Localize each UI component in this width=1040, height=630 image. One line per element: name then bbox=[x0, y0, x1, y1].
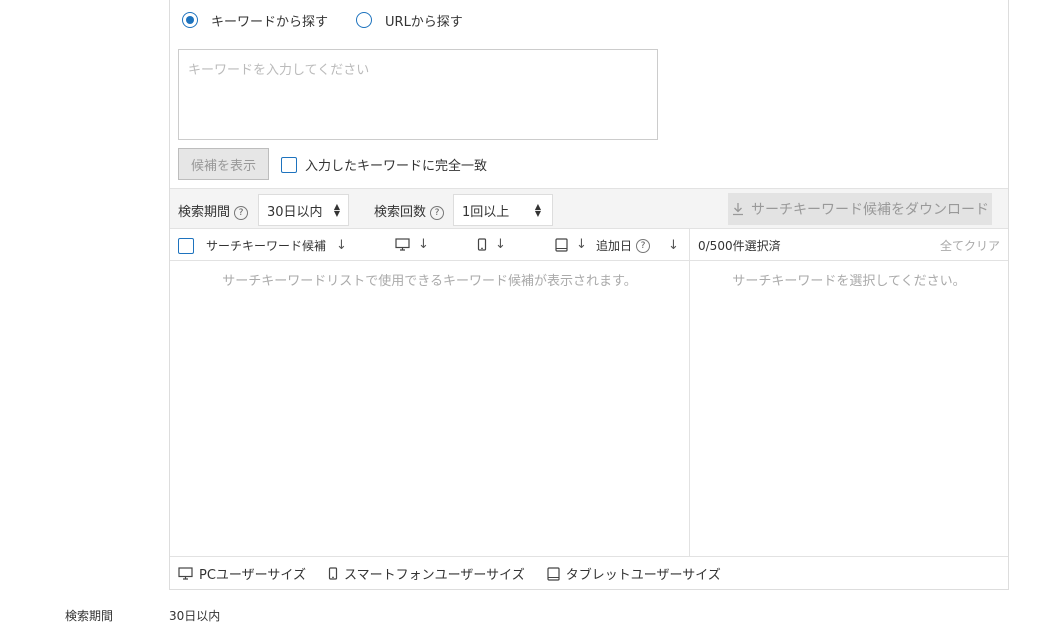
sort-arrow-icon[interactable]: ↓ bbox=[495, 237, 506, 252]
column-added-label[interactable]: 追加日 bbox=[596, 237, 632, 254]
select-all-header: サーチキーワード候補 ↓ bbox=[178, 237, 347, 254]
count-filter-label: 検索回数? bbox=[374, 201, 445, 220]
column-tablet[interactable]: ↓ bbox=[555, 237, 587, 252]
candidates-empty-message: サーチキーワードリストで使用できるキーワード候補が表示されます。 bbox=[222, 274, 637, 289]
search-mode-group: キーワードから探す URLから探す bbox=[182, 11, 463, 30]
smartphone-icon bbox=[477, 238, 487, 251]
show-candidates-button[interactable]: 候補を表示 bbox=[178, 148, 269, 180]
keyword-input[interactable] bbox=[178, 49, 658, 140]
legend-pc-label: PCユーザーサイズ bbox=[199, 568, 307, 583]
desktop-icon bbox=[395, 238, 410, 251]
device-legend: PCユーザーサイズ スマートフォンユーザーサイズ タブレットユーザーサイズ bbox=[170, 556, 1008, 590]
smartphone-icon bbox=[328, 567, 338, 580]
desktop-icon bbox=[178, 567, 193, 580]
period-label-text: 検索期間 bbox=[178, 205, 231, 220]
period-filter-label: 検索期間? bbox=[178, 201, 249, 220]
column-keyword-label[interactable]: サーチキーワード候補 bbox=[206, 237, 326, 254]
selected-count: 0/500件選択済 bbox=[698, 239, 781, 253]
select-arrows-icon: ▲ ▼ bbox=[534, 202, 541, 218]
legend-pc: PCユーザーサイズ bbox=[178, 564, 306, 583]
count-select-value: 1回以上 bbox=[462, 204, 510, 220]
exact-match-option[interactable]: 入力したキーワードに完全一致 bbox=[281, 155, 487, 174]
help-icon[interactable]: ? bbox=[234, 205, 249, 220]
column-pc[interactable]: ↓ bbox=[395, 237, 429, 252]
count-select[interactable]: 1回以上 ▲ ▼ bbox=[453, 194, 553, 226]
exact-match-label[interactable]: 入力したキーワードに完全一致 bbox=[305, 155, 487, 174]
sort-arrow-icon[interactable]: ↓ bbox=[336, 238, 347, 253]
selected-empty-message: サーチキーワードを選択してください。 bbox=[732, 274, 966, 289]
legend-tablet: タブレットユーザーサイズ bbox=[547, 564, 721, 583]
radio-url-label[interactable]: URLから探す bbox=[385, 11, 463, 30]
select-arrows-icon: ▲ ▼ bbox=[333, 202, 340, 218]
table-header: サーチキーワード候補 ↓ ↓ ↓ ↓ 追加日 ? ↓ 0/500件選択済 全てク… bbox=[170, 229, 1008, 261]
radio-selected-dot bbox=[186, 16, 194, 24]
tablet-icon bbox=[547, 566, 560, 581]
legend-smartphone-label: スマートフォンユーザーサイズ bbox=[344, 568, 525, 583]
radio-keyword-label[interactable]: キーワードから探す bbox=[211, 11, 328, 30]
legend-smartphone: スマートフォンユーザーサイズ bbox=[328, 564, 525, 583]
download-label: サーチキーワード候補をダウンロード bbox=[751, 202, 989, 218]
help-icon[interactable]: ? bbox=[430, 205, 445, 220]
exact-match-checkbox[interactable] bbox=[281, 156, 297, 173]
tablet-icon bbox=[555, 237, 568, 252]
column-added-date[interactable]: 追加日 ? ↓ bbox=[596, 237, 679, 254]
legend-tablet-label: タブレットユーザーサイズ bbox=[565, 568, 721, 583]
download-button[interactable]: サーチキーワード候補をダウンロード bbox=[728, 193, 992, 225]
count-label-text: 検索回数 bbox=[374, 205, 427, 220]
summary-period-label: 検索期間 bbox=[65, 609, 114, 623]
period-select-value: 30日以内 bbox=[267, 204, 323, 220]
summary-period-value: 30日以内 bbox=[169, 609, 221, 623]
column-smartphone[interactable]: ↓ bbox=[477, 237, 506, 252]
radio-url[interactable] bbox=[356, 12, 373, 28]
help-icon[interactable]: ? bbox=[636, 238, 651, 253]
download-icon bbox=[733, 203, 743, 216]
select-all-checkbox[interactable] bbox=[178, 237, 194, 254]
period-select[interactable]: 30日以内 ▲ ▼ bbox=[258, 194, 349, 226]
sort-arrow-icon[interactable]: ↓ bbox=[418, 237, 429, 252]
sort-arrow-icon[interactable]: ↓ bbox=[576, 237, 587, 252]
radio-keyword[interactable] bbox=[182, 12, 198, 28]
sort-arrow-icon[interactable]: ↓ bbox=[668, 238, 679, 253]
clear-all-link[interactable]: 全てクリア bbox=[940, 237, 1000, 254]
